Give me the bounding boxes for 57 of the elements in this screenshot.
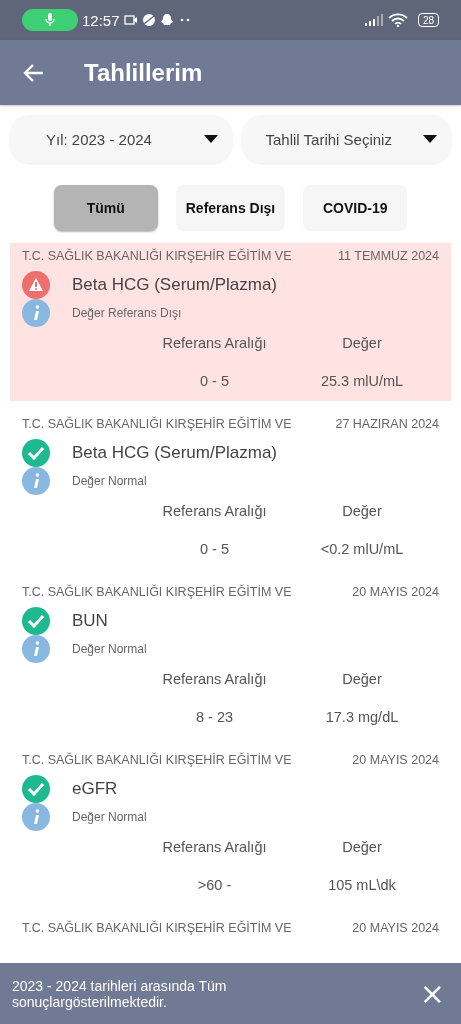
clock: 12:57 [82, 11, 120, 29]
reference-range: 8 - 23 [194, 709, 235, 725]
dropdown[interactable]: Tahlil Tarihi Seçiniz [241, 115, 451, 163]
result-status: Değer Normal [72, 810, 147, 824]
ghost-icon [159, 13, 174, 27]
column-label: Değer [341, 503, 383, 519]
info-icon[interactable] [22, 467, 50, 495]
result-status: Değer Normal [72, 642, 147, 656]
screen-title: Tahlillerim [84, 58, 203, 87]
battery-level: 28 [417, 13, 439, 27]
reference-range: >60 - [196, 877, 233, 893]
info-icon[interactable] [22, 635, 50, 663]
circle-icon [141, 13, 156, 27]
hospital-name: T.C. SAĞLIK BAKANLIĞI KIRŞEHİR EĞİTİM VE [22, 921, 292, 935]
hospital-name: T.C. SAĞLIK BAKANLIĞI KIRŞEHİR EĞİTİM VE [22, 585, 292, 599]
microphone-icon [45, 13, 55, 27]
back-arrow-icon[interactable] [22, 62, 44, 83]
test-name: eGFR [72, 779, 118, 799]
caret-icon [203, 135, 218, 143]
hospital-name: T.C. SAĞLIK BAKANLIĞI KIRŞEHİR EĞİTİM VE [22, 249, 292, 263]
hospital-name: T.C. SAĞLIK BAKANLIĞI KIRŞEHİR EĞİTİM VE [22, 417, 292, 431]
close-button[interactable]: × [415, 976, 449, 1011]
filter-tab[interactable]: COVID-19 [303, 185, 408, 231]
column-label: Değer [341, 671, 383, 687]
info-icon[interactable] [22, 299, 50, 327]
reference-range: 0 - 5 [199, 541, 230, 557]
result-date: 20 MAYIS 2024 [352, 585, 439, 599]
test-name: Beta HCG (Serum/Plazma) [72, 443, 277, 463]
dropdown[interactable]: Yıl: 2023 - 2024 [10, 115, 232, 163]
filter-tab[interactable]: Tümü [53, 185, 158, 231]
column-label: Referans Aralığı [161, 503, 268, 519]
result-status: Değer Normal [72, 474, 147, 488]
result-value: 17.3 mg/dL [324, 709, 400, 725]
column-label: Referans Aralığı [161, 335, 268, 351]
column-label: Referans Aralığı [161, 671, 268, 687]
snackbar-message: 2023 - 2024 tarihleri arasında Tüm sonuçlargösterilmektedir. [12, 977, 228, 1010]
reference-range: 0 - 5 [199, 373, 230, 389]
filter-tab[interactable]: Referans Dışı [175, 185, 286, 231]
signal-icon [363, 14, 384, 26]
hospital-name: T.C. SAĞLIK BAKANLIĞI KIRŞEHİR EĞİTİM VE [22, 753, 292, 767]
video-icon [123, 14, 138, 26]
result-date: 20 MAYIS 2024 [352, 753, 439, 767]
result-date: 11 TEMMUZ 2024 [338, 249, 439, 263]
result-date: 27 HAZIRAN 2024 [335, 417, 439, 431]
result-value: <0.2 mlU/mL [319, 541, 405, 557]
info-icon[interactable] [22, 803, 50, 831]
result-value: 25.3 mlU/mL [319, 373, 405, 389]
wifi-icon [387, 13, 408, 27]
test-name: Beta HCG (Serum/Plazma) [72, 275, 277, 295]
caret-icon [423, 135, 437, 143]
column-label: Değer [341, 839, 383, 855]
test-name: BUN [72, 611, 108, 631]
column-label: Referans Aralığı [161, 839, 268, 855]
result-status: Değer Referans Dışı [72, 306, 182, 320]
result-value: 105 mL\dk [327, 877, 397, 893]
column-label: Değer [341, 335, 383, 351]
result-date: 20 MAYIS 2024 [352, 921, 439, 935]
